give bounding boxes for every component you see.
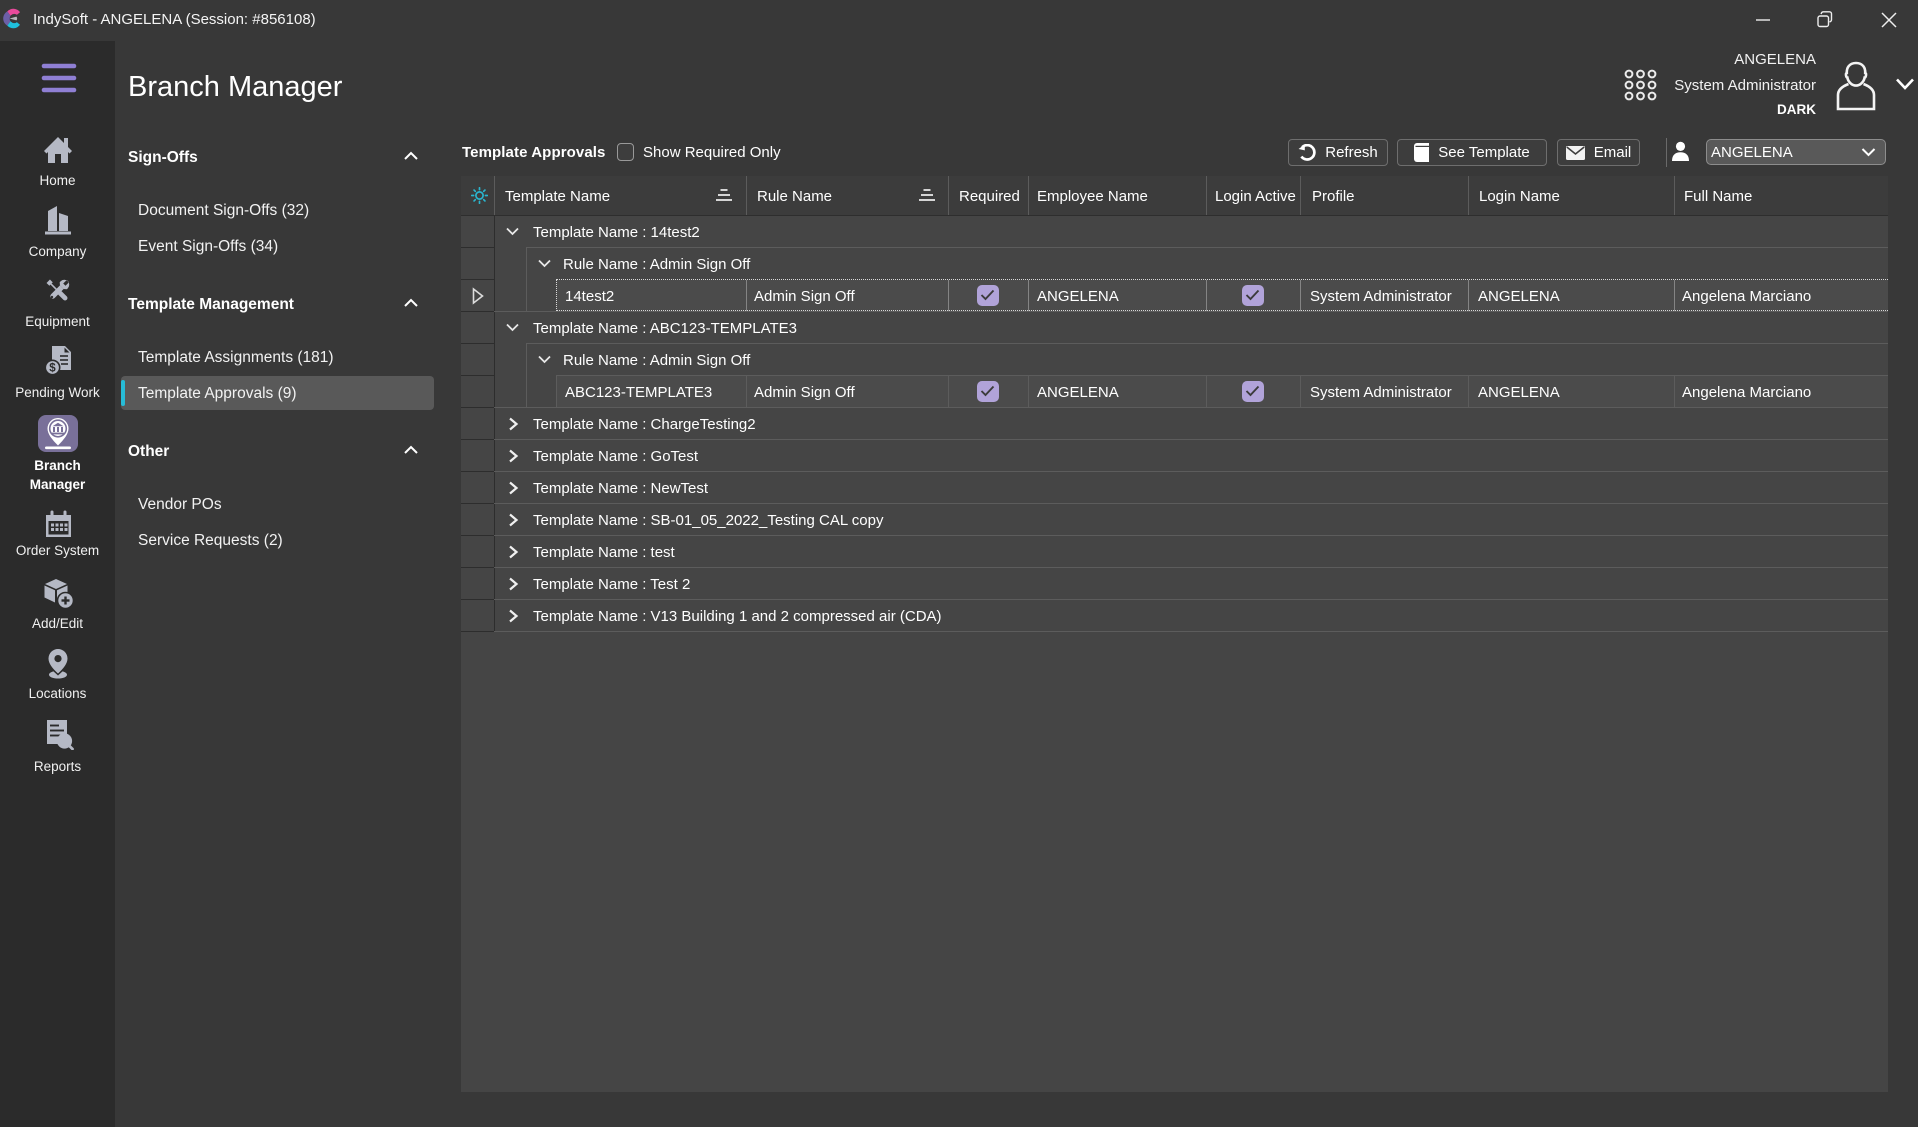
svg-text:$: $: [49, 363, 56, 375]
